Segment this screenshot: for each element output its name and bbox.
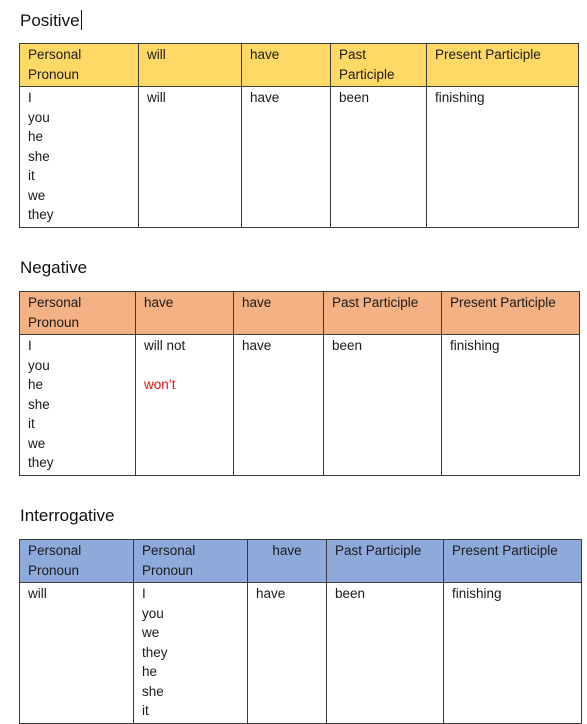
present-participle-cell: finishing [426, 86, 579, 228]
header-cell: have [247, 539, 327, 583]
header-cell: Past Participle [326, 539, 444, 583]
aux2-cell: have [247, 582, 327, 724]
pronoun: we [142, 625, 160, 640]
aux1-full: will not [144, 338, 186, 353]
header-cell: Present Participle [426, 43, 579, 87]
pronoun: you [28, 109, 50, 125]
header-cell: Personal Pronoun [133, 539, 248, 583]
section-title-interrogative: Interrogative [20, 506, 115, 525]
past-participle-cell: been [330, 86, 427, 228]
pronoun: they [28, 207, 54, 222]
header-cell: Past Participle [330, 43, 427, 87]
aux1-cell: will not won’t [135, 334, 234, 476]
past-participle-cell: been [326, 582, 444, 724]
table-header-row: Personal Pronoun have have Past Particip… [19, 291, 580, 335]
header-cell: have [233, 291, 324, 335]
pronoun: it [28, 168, 35, 183]
pronoun-list-cell: I you we they he she it [133, 582, 248, 724]
header-cell: Personal Pronoun [19, 43, 139, 87]
header-cell: Personal Pronoun [19, 291, 136, 335]
pronoun: you [142, 605, 164, 621]
text-cursor [80, 10, 82, 30]
section-title-positive: Positive [20, 10, 82, 30]
header-cell: Present Participle [443, 539, 582, 583]
pronoun: they [28, 455, 54, 470]
pronoun: you [28, 357, 50, 373]
interrogative-table: Personal Pronoun Personal Pronoun have P… [19, 539, 582, 724]
pronoun-list-cell: I you he she it we they [19, 86, 139, 228]
past-participle-cell: been [323, 334, 442, 476]
pronoun: I [28, 90, 32, 105]
pronoun: she [28, 396, 50, 412]
pronoun: we [28, 435, 46, 451]
negative-table: Personal Pronoun have have Past Particip… [19, 291, 580, 476]
section-title-negative: Negative [20, 258, 88, 277]
pronoun: she [28, 148, 50, 164]
header-cell: have [241, 43, 331, 87]
table-row: I you he she it we they will have been f… [19, 86, 579, 228]
pronoun: she [142, 683, 164, 699]
pronoun: he [28, 129, 44, 144]
pronoun: I [142, 586, 146, 601]
header-cell: will [138, 43, 242, 87]
aux1-contraction: won’t [144, 377, 176, 392]
table-row: I you he she it we they will not won’t h… [19, 334, 580, 476]
pronoun-list-cell: I you he she it we they [19, 334, 136, 476]
pronoun: it [142, 703, 149, 718]
pronoun: it [28, 416, 35, 431]
aux2-cell: have [241, 86, 331, 228]
header-cell: Past Participle [323, 291, 442, 335]
present-participle-cell: finishing [441, 334, 580, 476]
header-cell: Present Participle [441, 291, 580, 335]
aux1-cell: will [138, 86, 242, 228]
pronoun: they [142, 644, 168, 660]
positive-table: Personal Pronoun will have Past Particip… [19, 43, 579, 228]
header-cell: Personal Pronoun [19, 539, 134, 583]
pronoun: he [28, 377, 44, 392]
table-row: will I you we they he she it have been f… [19, 582, 582, 724]
present-participle-cell: finishing [443, 582, 582, 724]
header-cell: have [135, 291, 234, 335]
table-header-row: Personal Pronoun Personal Pronoun have P… [19, 539, 582, 583]
pronoun: we [28, 187, 46, 203]
pronoun: he [142, 664, 158, 679]
table-header-row: Personal Pronoun will have Past Particip… [19, 43, 579, 87]
aux2-cell: have [233, 334, 324, 476]
aux1-cell: will [19, 582, 134, 724]
pronoun: I [28, 338, 32, 353]
